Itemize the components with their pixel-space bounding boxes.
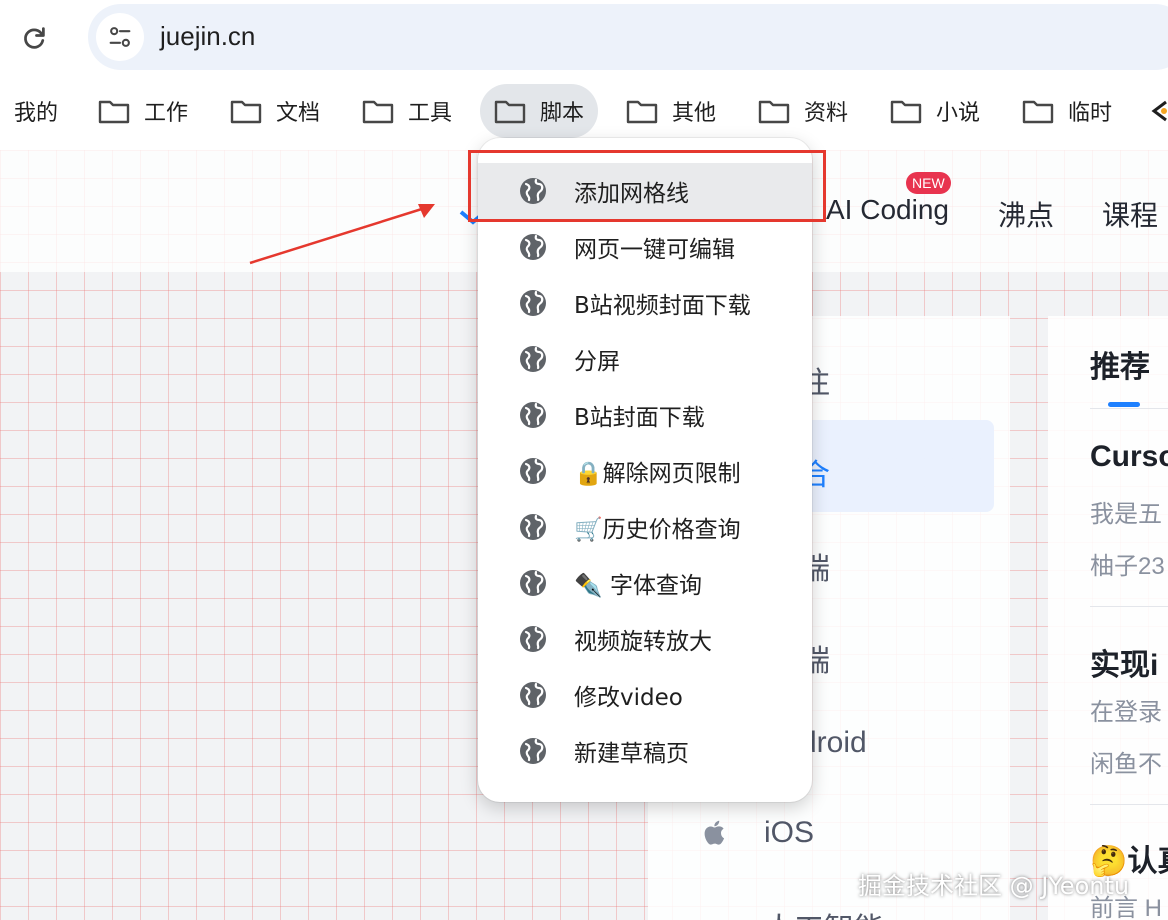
folder-icon [494,100,526,124]
nav-course[interactable]: 课程 [1102,194,1158,234]
globe-icon [520,346,546,372]
menu-item-label: 新建草稿页 [574,741,689,767]
folder-icon [758,100,790,124]
bookmark-label: 工具 [408,101,453,126]
folder-icon [98,100,130,124]
folder-icon [626,100,658,124]
reload-button[interactable] [14,18,54,58]
menu-item-new-draft[interactable]: 新建草稿页 [478,723,812,779]
feed-item-summary[interactable]: 在登录 [1090,692,1162,727]
bookmark-label: 小说 [936,101,981,126]
menu-item-editable[interactable]: 网页一键可编辑 [478,219,812,275]
bookmark-folder-wendang[interactable]: 文档 [216,84,334,138]
feed-item-author[interactable]: 闲鱼不 [1090,744,1162,779]
menu-item-label: 视频旋转放大 [574,629,712,655]
globe-icon [520,402,546,428]
feed-item-title[interactable]: Curso [1090,440,1168,474]
menu-item-modify-video[interactable]: 修改video [478,667,812,723]
menu-item-label: 修改video [574,685,683,711]
category-item-ios[interactable]: iOS [764,816,814,850]
menu-item-unlock-page[interactable]: 🔒解除网页限制 [478,443,812,499]
bookmark-label: 工作 [144,101,189,126]
feed-divider [1090,804,1168,805]
feed-tab-recommend[interactable]: 推荐 [1090,342,1150,386]
bookmark-folder-gongzuo[interactable]: 工作 [84,84,202,138]
feed-divider [1090,606,1168,607]
url-text[interactable]: juejin.cn [160,21,255,52]
bookmark-folder-qita[interactable]: 其他 [612,84,730,138]
watermark: 掘金技术社区 @ JYeontu [858,872,1130,900]
category-item-ai[interactable]: 人工智能 [764,904,884,920]
feed-item-author[interactable]: 柚子23 [1090,546,1165,581]
globe-icon [520,514,546,540]
feed-tab-indicator [1108,402,1140,407]
bookmark-wode[interactable]: 我的 [0,84,72,138]
nav-feidian[interactable]: 沸点 [998,194,1054,234]
annotation-arrow [249,204,435,265]
site-favicon-icon [1151,100,1167,122]
feed-item-title[interactable]: 实现i [1090,640,1158,684]
new-badge: NEW [906,172,951,194]
bookmark-folder-ziliao[interactable]: 资料 [744,84,862,138]
globe-icon [520,234,546,260]
globe-icon [520,738,546,764]
menu-item-label: ✒️ 字体查询 [574,573,702,599]
menu-item-label: B站视频封面下载 [574,293,751,319]
feed-divider [1090,408,1168,409]
menu-item-label: B站封面下载 [574,405,705,431]
globe-icon [520,682,546,708]
folder-icon [1022,100,1054,124]
menu-item-price-history[interactable]: 🛒历史价格查询 [478,499,812,555]
bookmark-label: 其他 [672,101,717,126]
bookmark-folder-jiaoben[interactable]: 脚本 [480,84,599,138]
bookmark-folder-gongju[interactable]: 工具 [348,84,466,138]
menu-item-font-lookup[interactable]: ✒️ 字体查询 [478,555,812,611]
menu-item-bili-cover[interactable]: B站封面下载 [478,387,812,443]
globe-icon [520,570,546,596]
bookmark-label: 资料 [804,101,849,126]
site-info-button[interactable] [96,13,144,61]
bookmark-folder-xiaoshuo[interactable]: 小说 [876,84,994,138]
bookmark-folder-menu: 添加网格线 网页一键可编辑 B站视频封面下载 分屏 B站封面下载 🔒解除网页限制… [478,138,812,802]
globe-icon [520,290,546,316]
menu-item-video-rotate-zoom[interactable]: 视频旋转放大 [478,611,812,667]
menu-item-label: 🛒历史价格查询 [574,517,741,543]
menu-item-bili-video-cover[interactable]: B站视频封面下载 [478,275,812,331]
annotation-highlight-box [468,150,826,222]
feed-panel [1048,316,1168,920]
folder-icon [230,100,262,124]
nav-ai-coding[interactable]: AI Coding [826,194,949,226]
globe-icon [520,626,546,652]
address-bar[interactable]: juejin.cn [88,4,1168,70]
menu-item-split-screen[interactable]: 分屏 [478,331,812,387]
bookmark-folder-linshi[interactable]: 临时 [1008,84,1126,138]
globe-icon [520,458,546,484]
reload-icon [24,27,45,49]
tune-icon [109,27,131,47]
menu-item-label: 分屏 [574,349,620,375]
apple-icon [704,820,725,845]
bookmark-label: 临时 [1068,101,1113,126]
browser-toolbar: juejin.cn [0,0,1168,76]
menu-item-label: 🔒解除网页限制 [574,461,741,487]
bookmark-label: 脚本 [540,101,585,126]
feed-item-summary[interactable]: 我是五 [1090,494,1162,529]
bookmark-overflow-favicon[interactable] [1150,96,1168,126]
folder-icon [362,100,394,124]
folder-icon [890,100,922,124]
bookmark-label: 文档 [276,101,321,126]
bookmark-label: 我的 [14,101,59,126]
menu-item-label: 网页一键可编辑 [574,237,735,263]
